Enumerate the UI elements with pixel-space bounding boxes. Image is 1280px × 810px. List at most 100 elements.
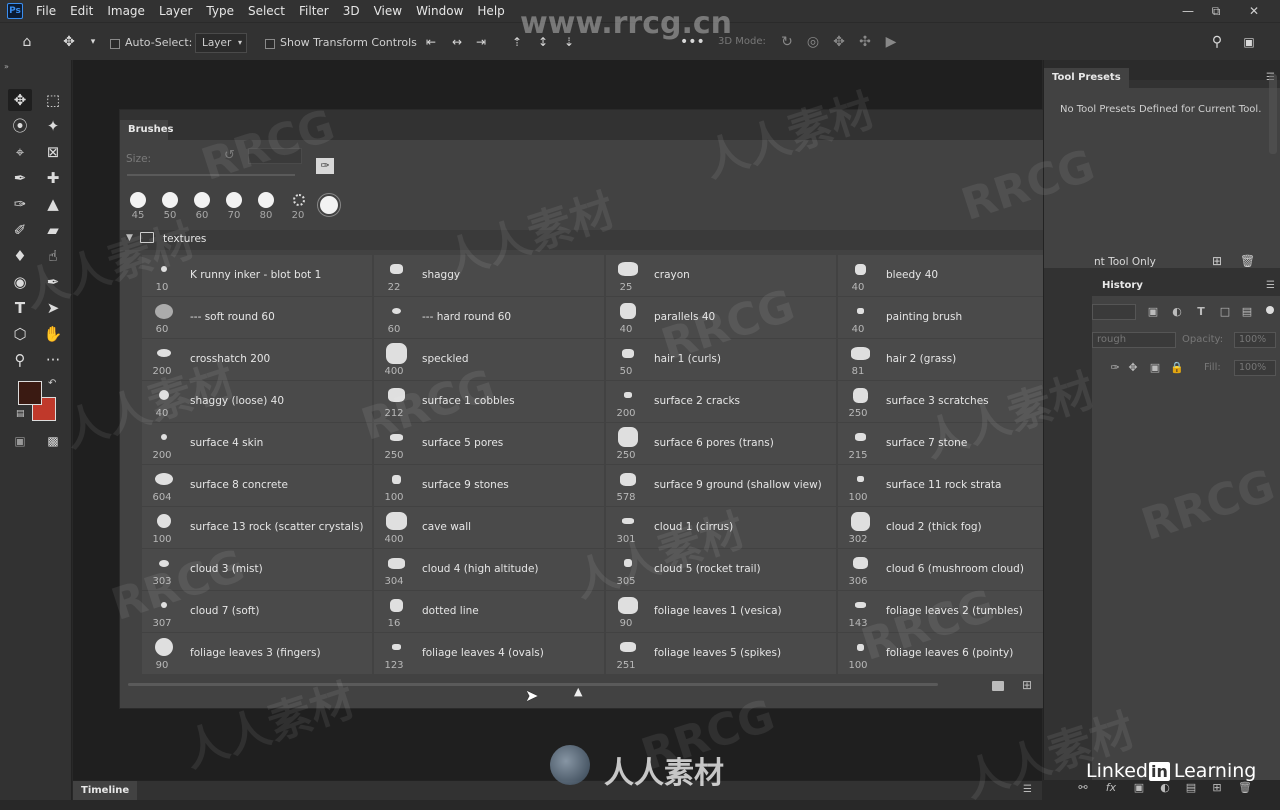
search-icon[interactable]: ⚲ <box>1208 33 1226 51</box>
3d-orbit-icon[interactable]: ↻ <box>778 33 796 51</box>
adjustment-filter-icon[interactable]: ◐ <box>1170 305 1184 319</box>
home-icon[interactable]: ⌂ <box>18 33 36 51</box>
brush-preset[interactable]: 100 surface 9 stones <box>374 465 604 506</box>
add-mask-icon[interactable]: ▣ <box>1132 781 1146 795</box>
eyedropper-icon[interactable]: ✒ <box>8 167 32 189</box>
menu-select[interactable]: Select <box>241 4 292 18</box>
swap-colors-icon[interactable]: ↶ <box>48 378 56 389</box>
fx-icon[interactable]: fx <box>1104 781 1118 795</box>
menu-filter[interactable]: Filter <box>292 4 336 18</box>
move-tool-icon[interactable]: ✥ <box>8 89 32 111</box>
screen-mode-icon[interactable]: ▩ <box>41 430 65 452</box>
filter-kind-dropdown[interactable] <box>1092 304 1136 320</box>
recent-brush[interactable]: 45 <box>123 192 153 226</box>
3d-scale-icon[interactable]: ▶ <box>882 33 900 51</box>
brush-preset[interactable]: 50 hair 1 (curls) <box>606 339 836 380</box>
dodge-tool-icon[interactable]: ◉ <box>8 271 32 293</box>
brush-preset[interactable]: 60 --- hard round 60 <box>374 297 604 338</box>
brush-preset[interactable]: 305 cloud 5 (rocket trail) <box>606 549 836 590</box>
recent-brush[interactable]: 80 <box>251 192 281 226</box>
brush-preset[interactable]: 40 shaggy (loose) 40 <box>142 381 372 422</box>
smudge-tool-icon[interactable]: ☝ <box>41 245 65 267</box>
recent-brush[interactable]: 70 <box>219 192 249 226</box>
adjustment-layer-icon[interactable]: ◐ <box>1158 781 1172 795</box>
menu-window[interactable]: Window <box>409 4 470 18</box>
collapse-icon[interactable]: » <box>4 62 9 71</box>
brush-preset[interactable]: 578 surface 9 ground (shallow view) <box>606 465 836 506</box>
brush-preset[interactable]: 200 crosshatch 200 <box>142 339 372 380</box>
brush-preset[interactable]: 301 cloud 1 (cirrus) <box>606 507 836 548</box>
magic-wand-icon[interactable]: ✦ <box>41 115 65 137</box>
workspace-icon[interactable]: ▣ <box>1240 33 1258 51</box>
new-layer-icon[interactable]: ⊞ <box>1210 781 1224 795</box>
close-icon[interactable]: ✕ <box>1246 3 1262 19</box>
foreground-color-swatch[interactable] <box>18 381 42 405</box>
brush-preset[interactable]: 215 surface 7 stone <box>838 423 1068 464</box>
menu-help[interactable]: Help <box>470 4 511 18</box>
align-left-icon[interactable]: ⇤ <box>422 33 440 51</box>
brush-preset[interactable]: 302 cloud 2 (thick fog) <box>838 507 1068 548</box>
reset-size-icon[interactable]: ↺ <box>224 148 235 163</box>
new-group-icon[interactable]: ▤ <box>1184 781 1198 795</box>
menu-type[interactable]: Type <box>199 4 241 18</box>
brush-preset[interactable]: 40 bleedy 40 <box>838 255 1068 296</box>
recent-brush[interactable]: 20 <box>283 192 313 226</box>
opacity-input[interactable]: 100% <box>1234 332 1276 348</box>
brush-preset[interactable]: 400 cave wall <box>374 507 604 548</box>
healing-brush-icon[interactable]: ✚ <box>41 167 65 189</box>
brush-preset[interactable]: 251 foliage leaves 5 (spikes) <box>606 633 836 674</box>
brush-preset[interactable]: 100 surface 11 rock strata <box>838 465 1068 506</box>
brush-preset[interactable]: 200 surface 2 cracks <box>606 381 836 422</box>
lock-all-icon[interactable]: 🔒 <box>1170 361 1184 375</box>
brush-preset[interactable]: 400 speckled <box>374 339 604 380</box>
eraser-icon[interactable]: ▰ <box>41 219 65 241</box>
brush-group-row[interactable]: ▼ textures <box>120 230 1085 250</box>
brush-preset[interactable]: 303 cloud 3 (mist) <box>142 549 372 590</box>
size-slider[interactable] <box>127 174 295 176</box>
trash-icon[interactable]: 🗑 <box>1238 781 1252 795</box>
menu-edit[interactable]: Edit <box>63 4 100 18</box>
menu-3d[interactable]: 3D <box>336 4 367 18</box>
size-input[interactable] <box>248 148 302 164</box>
brush-preset[interactable]: 100 foliage leaves 6 (pointy) <box>838 633 1068 674</box>
align-bottom-icon[interactable]: ⇣ <box>560 33 578 51</box>
more-tools-icon[interactable]: ··· <box>41 349 65 371</box>
brush-preset[interactable]: 16 dotted line <box>374 591 604 632</box>
brush-preset[interactable]: 304 cloud 4 (high altitude) <box>374 549 604 590</box>
path-select-icon[interactable]: ➤ <box>41 297 65 319</box>
lock-artboard-icon[interactable]: ▣ <box>1148 361 1162 375</box>
panel-menu-icon[interactable]: ☰ <box>1266 280 1275 291</box>
shape-tool-icon[interactable]: ⬡ <box>8 323 32 345</box>
filter-toggle[interactable] <box>1266 306 1274 314</box>
type-tool-icon[interactable]: T <box>8 297 32 319</box>
pen-tool-icon[interactable]: ✒ <box>41 271 65 293</box>
restore-icon[interactable]: ⧉ <box>1208 3 1224 19</box>
trash-icon[interactable]: 🗑 <box>1240 254 1255 268</box>
brush-preset[interactable]: 604 surface 8 concrete <box>142 465 372 506</box>
paint-bucket-icon[interactable]: ♦ <box>8 245 32 267</box>
frame-tool-icon[interactable]: ⊠ <box>41 141 65 163</box>
brush-preset[interactable]: 250 surface 3 scratches <box>838 381 1068 422</box>
align-center-icon[interactable]: ↔ <box>448 33 466 51</box>
brush-preset[interactable]: 40 parallels 40 <box>606 297 836 338</box>
auto-select-dropdown[interactable]: Layer ▾ <box>195 33 247 53</box>
lock-pixels-icon[interactable]: ✑ <box>1108 361 1122 375</box>
scrollbar-thumb[interactable] <box>1269 74 1277 154</box>
stamp-tool-icon[interactable]: ▲ <box>41 193 65 215</box>
brush-preset[interactable]: 143 foliage leaves 2 (tumbles) <box>838 591 1068 632</box>
slider-thumb-icon[interactable]: ▲ <box>574 685 582 698</box>
brush-preset[interactable]: 60 --- soft round 60 <box>142 297 372 338</box>
tab-history[interactable]: History <box>1094 276 1151 296</box>
brush-preset[interactable]: 25 crayon <box>606 255 836 296</box>
fill-input[interactable]: 100% <box>1234 360 1276 376</box>
menu-image[interactable]: Image <box>100 4 152 18</box>
recent-brush[interactable]: 60 <box>187 192 217 226</box>
panel-menu-icon[interactable]: ☰ <box>1023 784 1032 795</box>
zoom-tool-icon[interactable]: ⚲ <box>8 349 32 371</box>
menu-file[interactable]: File <box>29 4 63 18</box>
show-transform-checkbox[interactable] <box>265 37 275 50</box>
align-right-icon[interactable]: ⇥ <box>472 33 490 51</box>
lasso-tool-icon[interactable]: ⦿ <box>8 115 32 137</box>
new-brush-icon[interactable]: ⊞ <box>1022 678 1032 692</box>
history-brush-icon[interactable]: ✐ <box>8 219 32 241</box>
